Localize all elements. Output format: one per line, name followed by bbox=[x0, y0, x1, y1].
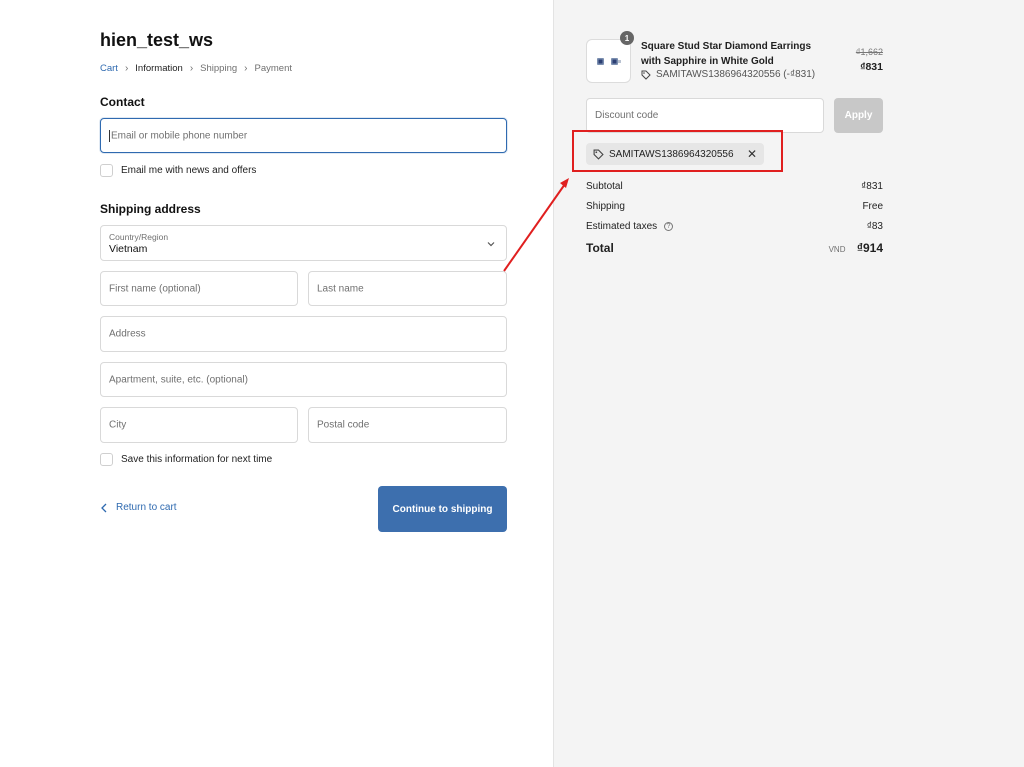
total-row: Total VND ₫914 bbox=[586, 241, 883, 255]
postal-code-field[interactable]: Postal code bbox=[308, 407, 507, 443]
chevron-down-icon bbox=[487, 242, 495, 247]
first-name-field[interactable]: First name (optional) bbox=[100, 271, 298, 306]
save-info-checkbox[interactable] bbox=[100, 453, 113, 466]
product-thumbnail bbox=[586, 39, 631, 83]
shipping-value: Free bbox=[862, 201, 883, 212]
contact-title: Contact bbox=[100, 95, 145, 109]
postal-code-placeholder: Postal code bbox=[317, 419, 370, 431]
address-placeholder: Address bbox=[109, 328, 146, 340]
earrings-image bbox=[597, 58, 621, 65]
country-label: Country/Region bbox=[109, 232, 169, 242]
save-info-checkbox-row[interactable]: Save this information for next time bbox=[100, 453, 272, 466]
text-caret bbox=[109, 130, 110, 142]
taxes-label: Estimated taxes bbox=[586, 221, 658, 232]
city-field[interactable]: City bbox=[100, 407, 298, 443]
first-name-placeholder: First name (optional) bbox=[109, 283, 201, 294]
news-checkbox[interactable] bbox=[100, 164, 113, 177]
breadcrumb: Cart › Information › Shipping › Payment bbox=[100, 63, 292, 74]
subtotal-row: Subtotal ₫831 bbox=[586, 181, 883, 192]
help-circle-icon[interactable]: ? bbox=[663, 221, 673, 231]
shipping-address-title: Shipping address bbox=[100, 202, 201, 216]
product-name: Square Stud Star Diamond Earrings with S… bbox=[641, 41, 812, 67]
return-to-cart-link[interactable]: Return to cart bbox=[100, 502, 177, 513]
email-placeholder: Email or mobile phone number bbox=[111, 130, 248, 141]
breadcrumb-shipping: Shipping bbox=[200, 63, 238, 74]
apartment-placeholder: Apartment, suite, etc. (optional) bbox=[109, 374, 248, 385]
current-price: ₫831 bbox=[860, 61, 883, 73]
tag-icon bbox=[641, 70, 651, 80]
quantity-badge: 1 bbox=[620, 31, 634, 45]
continue-to-shipping-button[interactable]: Continue to shipping bbox=[378, 486, 507, 532]
last-name-placeholder: Last name bbox=[317, 283, 364, 294]
chevron-right-icon: › bbox=[189, 63, 194, 74]
product-discount: SAMITAWS1386964320556 (-₫831) bbox=[641, 69, 815, 80]
country-select[interactable]: Country/Region Vietnam bbox=[100, 225, 507, 261]
store-title[interactable]: hien_test_ws bbox=[100, 30, 213, 51]
shipping-row: Shipping Free bbox=[586, 201, 883, 212]
total-currency: VND bbox=[828, 245, 846, 254]
breadcrumb-cart[interactable]: Cart bbox=[100, 63, 118, 74]
taxes-row: Estimated taxes ? ₫83 bbox=[586, 221, 883, 232]
product-discount-text: SAMITAWS1386964320556 (-₫831) bbox=[656, 69, 816, 80]
discount-code-placeholder: Discount code bbox=[595, 110, 659, 121]
total-value: ₫914 bbox=[856, 241, 883, 255]
news-checkbox-label: Email me with news and offers bbox=[121, 165, 257, 176]
total-label: Total bbox=[586, 241, 614, 255]
shipping-label: Shipping bbox=[586, 201, 625, 212]
save-info-label: Save this information for next time bbox=[121, 454, 273, 465]
last-name-field[interactable]: Last name bbox=[308, 271, 507, 306]
annotation-highlight-box bbox=[572, 130, 783, 172]
city-placeholder: City bbox=[109, 419, 127, 431]
chevron-left-icon bbox=[101, 503, 107, 512]
address-field[interactable]: Address bbox=[100, 316, 507, 352]
email-field[interactable]: Email or mobile phone number bbox=[100, 118, 507, 153]
taxes-label-group: Estimated taxes ? bbox=[586, 221, 673, 232]
chevron-right-icon: › bbox=[244, 63, 248, 74]
country-value: Vietnam bbox=[109, 243, 148, 255]
subtotal-label: Subtotal bbox=[586, 181, 623, 192]
breadcrumb-information: Information bbox=[135, 63, 183, 74]
total-amount-group: VND ₫914 bbox=[829, 241, 883, 255]
original-price: ₫1,662 bbox=[855, 47, 883, 57]
news-checkbox-row[interactable]: Email me with news and offers bbox=[100, 164, 256, 177]
subtotal-value: ₫831 bbox=[861, 181, 883, 192]
discount-code-input[interactable]: Discount code bbox=[586, 98, 824, 133]
taxes-value: ₫83 bbox=[866, 221, 883, 232]
apply-discount-button[interactable]: Apply bbox=[834, 98, 883, 133]
return-to-cart-label: Return to cart bbox=[116, 502, 177, 513]
chevron-right-icon: › bbox=[124, 63, 129, 74]
apartment-field[interactable]: Apartment, suite, etc. (optional) bbox=[100, 362, 507, 397]
breadcrumb-payment: Payment bbox=[254, 63, 293, 74]
